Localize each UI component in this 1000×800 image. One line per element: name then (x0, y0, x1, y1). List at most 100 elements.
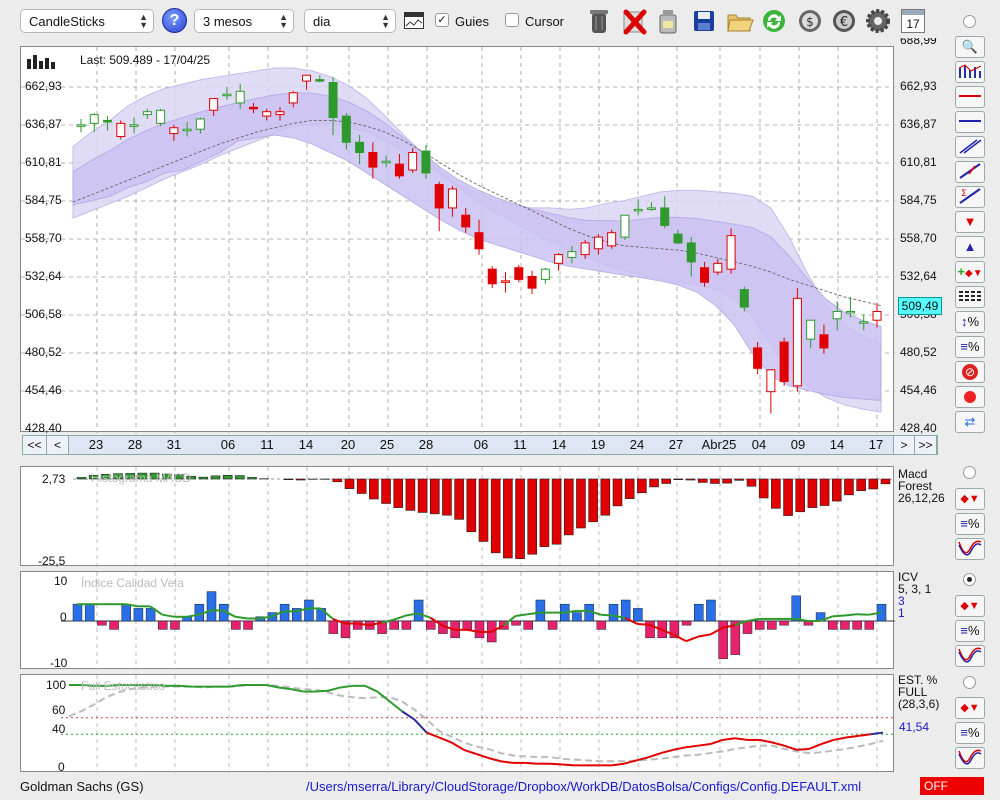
swap-button[interactable]: ⇄ (955, 411, 985, 433)
candle-body (355, 141, 365, 154)
trendline-icon (959, 163, 981, 179)
nav-next-button[interactable]: > (893, 436, 915, 454)
interval-select[interactable]: dia ▲ ▼ (304, 9, 396, 33)
stoch-wave-button[interactable] (955, 747, 985, 769)
candle-body (447, 188, 457, 209)
arrow-down-button[interactable]: ▼ (955, 211, 985, 233)
refresh-icon[interactable] (760, 6, 788, 36)
stochastic-k-line (500, 760, 514, 764)
help-button[interactable]: ? (162, 8, 187, 33)
candle-body (248, 106, 258, 110)
channel-tool-button[interactable] (955, 136, 985, 158)
macd-arrows-button[interactable]: ◆▼ (955, 488, 985, 510)
macd-bar (576, 478, 586, 529)
chart-type-select[interactable]: CandleSticks ▲ ▼ (20, 9, 154, 33)
config-path-link[interactable]: /Users/mserra/Library/CloudStorage/Dropb… (306, 779, 861, 794)
x-axis-label: 28 (127, 437, 143, 452)
stoch-arrows-button[interactable]: ◆▼ (955, 697, 985, 719)
open-folder-icon[interactable] (726, 6, 754, 36)
period-select[interactable]: 3 mesos ▲ ▼ (194, 9, 294, 33)
candle-body (554, 254, 564, 264)
macd-panel-radio[interactable] (963, 466, 976, 479)
stop-button[interactable]: ⊘ (955, 361, 985, 383)
macd-bar (405, 478, 416, 511)
macd-bar (344, 478, 355, 489)
jar-icon[interactable] (654, 6, 682, 36)
percent-scale-button[interactable]: ↕% (955, 311, 985, 333)
macd-bar (283, 478, 294, 480)
trash-icon[interactable] (585, 6, 613, 36)
main-chart-panel[interactable]: Last: 509.489 - 17/04/25 (20, 46, 895, 433)
grid-lines-button[interactable] (955, 286, 985, 308)
stoch-y-0: 0 (58, 760, 65, 774)
main-y-tick-right: 428,40 (900, 421, 937, 435)
icv-bar (328, 620, 339, 634)
chart-type-button[interactable] (955, 61, 985, 83)
blue-line-icon (959, 120, 981, 122)
euro-icon[interactable]: € (830, 6, 858, 36)
candle-body (713, 262, 723, 273)
percent-lines-button[interactable]: ≡% (955, 336, 985, 358)
chart-window-icon[interactable] (404, 12, 424, 29)
icv-lines-button[interactable]: ≡% (955, 620, 985, 642)
candle-body (315, 79, 325, 82)
guides-checkbox[interactable]: ✓ (435, 13, 449, 27)
calendar-icon[interactable]: 17 (901, 9, 925, 33)
icv-bar (596, 620, 607, 630)
nav-last-button[interactable]: >> (915, 436, 937, 454)
fibonacci-tool-button[interactable]: Σ (955, 186, 985, 208)
stochastic-panel[interactable]: Full Estocástico (20, 674, 895, 773)
main-y-top-partial: 688,99 (900, 38, 937, 46)
cursor-checkbox[interactable] (505, 13, 519, 27)
icv-panel[interactable]: Índice Calidad Vela (20, 571, 895, 670)
icv-bar (633, 608, 643, 622)
stoch-lines-button[interactable]: ≡% (955, 722, 985, 744)
macd-y-bottom: -25,5 (38, 554, 66, 568)
candle-body (859, 321, 869, 324)
x-axis-label: 09 (790, 437, 806, 452)
off-button[interactable]: OFF (920, 777, 984, 795)
stochastic-k-line (845, 734, 859, 739)
gear-icon[interactable] (864, 6, 892, 36)
icv-arrows-button[interactable]: ◆▼ (955, 595, 985, 617)
macd-bar (442, 478, 452, 516)
stochastic-k-line (808, 743, 822, 750)
main-y-tick-left: 506,58 (25, 306, 62, 321)
hline-red-button[interactable] (955, 86, 985, 108)
macd-watermark: Histograma MACD (91, 471, 192, 485)
icv-bar (535, 599, 546, 622)
icv-average-line (637, 622, 650, 626)
hline-blue-button[interactable] (955, 111, 985, 133)
macd-bar (637, 478, 647, 494)
trendline-tool-button[interactable] (955, 161, 985, 183)
icv-panel-radio[interactable] (963, 573, 976, 586)
delete-x-icon[interactable] (620, 6, 648, 36)
zoom-button[interactable]: 🔍 (955, 36, 985, 58)
macd-bar (661, 478, 672, 484)
icv-bar (608, 603, 619, 622)
stoch-panel-radio[interactable] (963, 676, 976, 689)
chart-logo-icon (27, 53, 55, 69)
nav-prev-button[interactable]: < (47, 436, 69, 454)
candle-body (607, 232, 617, 247)
arrow-up-button[interactable]: ▲ (955, 236, 985, 258)
icv-bar (779, 620, 789, 626)
candle-body (660, 207, 670, 226)
dollar-refresh-icon[interactable]: $ (796, 6, 824, 36)
candle-body (421, 150, 431, 174)
nav-first-button[interactable]: << (23, 436, 47, 454)
icv-bar (145, 608, 156, 622)
last-price-label: Last: 509.489 - 17/04/25 (80, 53, 211, 67)
macd-lines-button[interactable]: ≡% (955, 513, 985, 535)
macd-panel[interactable]: Histograma MACD (20, 466, 895, 567)
macd-wave-button[interactable] (955, 538, 985, 560)
save-icon[interactable] (690, 6, 718, 36)
main-y-tick-right: 558,70 (900, 230, 937, 245)
record-button[interactable] (955, 386, 985, 408)
main-panel-radio[interactable] (963, 15, 976, 28)
icv-bar (681, 620, 692, 626)
icv-wave-button[interactable] (955, 645, 985, 667)
stochastic-k-line (611, 762, 625, 767)
icv-bar (401, 620, 412, 630)
add-signal-button[interactable]: +◆▼ (955, 261, 985, 283)
